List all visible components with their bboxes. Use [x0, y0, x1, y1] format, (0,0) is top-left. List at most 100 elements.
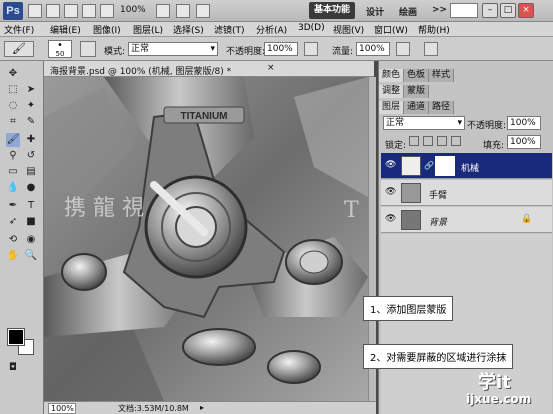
menu-edit[interactable]: 编辑(E) — [50, 23, 81, 36]
clone-stamp-icon[interactable]: ⚲ — [6, 149, 20, 163]
eye-icon[interactable]: 👁 — [385, 187, 396, 197]
layer-opacity-field[interactable]: 100% — [507, 116, 541, 130]
layer-row-background[interactable]: 👁 背景 🔒 — [381, 207, 552, 233]
tab-layers[interactable]: 图层 — [379, 101, 405, 114]
brush-tool-preset-icon[interactable]: 🖌 — [4, 41, 34, 57]
lock-position-icon[interactable] — [437, 136, 447, 146]
layer-row-machine[interactable]: 👁 🔗 机械 — [381, 153, 552, 179]
mode-select[interactable]: 正常 ▾ — [128, 42, 218, 56]
document-canvas[interactable]: TITANIUM 携 龍 視 T — [44, 77, 368, 401]
blur-tool-icon[interactable]: 💧 — [6, 181, 20, 195]
color-panel-tabs: 颜色 色板 样式 — [379, 69, 455, 82]
status-bar: 100% 文档:3.53M/10.8M ▸ — [44, 401, 376, 414]
link-icon[interactable]: 🔗 — [424, 161, 434, 170]
tablet-pressure-opacity-icon[interactable] — [304, 42, 318, 56]
menu-filter[interactable]: 滤镜(T) — [214, 23, 245, 36]
chevron-down-icon: ▾ — [457, 118, 462, 128]
tab-adjustments[interactable]: 调整 — [379, 85, 405, 98]
zoom-level[interactable]: 100% — [120, 5, 146, 15]
workspace-design-link[interactable]: 设计 — [366, 5, 384, 18]
eyedropper-icon[interactable]: ✎ — [24, 115, 38, 129]
tab-channels[interactable]: 通道 — [404, 101, 430, 114]
brush-panel-icon[interactable] — [80, 41, 96, 57]
menu-image[interactable]: 图像(I) — [93, 23, 121, 36]
document-tab[interactable]: 海报背景.psd @ 100% (机械, 图层蒙版/8) * × — [44, 61, 374, 77]
lock-transparent-icon[interactable] — [409, 136, 419, 146]
brush-tool-icon[interactable]: 🖌 — [6, 133, 20, 147]
layer-row-arm[interactable]: 👁 手臂 — [381, 180, 552, 206]
menu-window[interactable]: 窗口(W) — [374, 23, 408, 36]
menu-layer[interactable]: 图层(L) — [133, 23, 163, 36]
quick-mask-icon[interactable]: ◘ — [6, 361, 20, 375]
layer-name[interactable]: 背景 — [429, 215, 447, 228]
lasso-tool-icon[interactable]: ◌ — [6, 99, 20, 113]
gradient-icon[interactable]: ▤ — [24, 165, 38, 179]
airbrush-icon[interactable] — [396, 42, 410, 56]
blend-mode-select[interactable]: 正常 ▾ — [383, 116, 465, 130]
shape-tool-icon[interactable]: ■ — [24, 215, 38, 229]
status-zoom-field[interactable]: 100% — [48, 403, 76, 414]
watermark-right: T — [344, 198, 359, 223]
crop-tool-icon[interactable]: ⌗ — [6, 115, 20, 129]
menu-select[interactable]: 选择(S) — [173, 23, 204, 36]
menu-3d[interactable]: 3D(D) — [298, 23, 325, 33]
path-selection-icon[interactable]: ➶ — [6, 215, 20, 229]
tab-masks[interactable]: 蒙版 — [404, 85, 430, 98]
tab-styles[interactable]: 样式 — [429, 69, 455, 82]
workspace-painting-link[interactable]: 绘画 — [399, 5, 417, 18]
menu-analysis[interactable]: 分析(A) — [256, 23, 287, 36]
hand-icon[interactable] — [82, 4, 96, 18]
arrange-documents-icon[interactable] — [156, 4, 170, 18]
eraser-icon[interactable]: ▭ — [6, 165, 20, 179]
eye-icon[interactable]: 👁 — [385, 160, 396, 170]
menu-help[interactable]: 帮助(H) — [418, 23, 450, 36]
workspace-essentials-button[interactable]: 基本功能 — [309, 2, 355, 19]
opacity-field[interactable]: 100% — [264, 42, 298, 56]
lock-all-icon[interactable] — [451, 136, 461, 146]
screen-mode-icon[interactable] — [176, 4, 190, 18]
mini-bridge-icon[interactable] — [46, 4, 60, 18]
magic-wand-icon[interactable]: ✦ — [24, 99, 38, 113]
tab-color[interactable]: 颜色 — [379, 69, 405, 82]
layer-name[interactable]: 手臂 — [429, 188, 447, 201]
workspace-more-link[interactable]: >> — [432, 5, 447, 15]
rotate-view-icon[interactable] — [196, 4, 210, 18]
dodge-tool-icon[interactable]: ● — [24, 181, 38, 195]
healing-brush-icon[interactable]: ✚ — [24, 133, 38, 147]
cs-live-field[interactable] — [450, 3, 478, 18]
bridge-icon[interactable] — [28, 4, 42, 18]
tool-options-bar: 🖌 • 50 模式: 正常 ▾ 不透明度: 100% 流量: 100% — [0, 37, 553, 61]
layer-name[interactable]: 机械 — [461, 161, 479, 174]
menu-view[interactable]: 视图(V) — [333, 23, 364, 36]
tab-paths[interactable]: 路径 — [429, 101, 455, 114]
maximize-button[interactable]: □ — [500, 3, 516, 18]
zoom-tool-icon[interactable] — [100, 4, 114, 18]
3d-rotate-icon[interactable]: ⟲ — [6, 233, 20, 247]
history-brush-icon[interactable]: ↺ — [24, 149, 38, 163]
status-arrow-icon[interactable]: ▸ — [200, 403, 204, 412]
tab-swatches[interactable]: 色板 — [404, 69, 430, 82]
move-arrow-icon[interactable]: ➤ — [24, 83, 38, 97]
tablet-pressure-size-icon[interactable] — [424, 42, 438, 56]
foreground-color-swatch[interactable] — [7, 328, 25, 346]
zoom-tool-icon[interactable]: 🔍 — [24, 249, 38, 263]
layer-mask-thumbnail[interactable] — [435, 156, 455, 176]
layers-empty-area — [381, 234, 552, 414]
move-tool-icon[interactable]: ✥ — [6, 67, 20, 81]
view-extras-icon[interactable] — [64, 4, 78, 18]
brush-picker[interactable]: • 50 — [48, 40, 72, 58]
close-button[interactable]: × — [518, 3, 534, 18]
eye-icon[interactable]: 👁 — [385, 214, 396, 224]
type-tool-icon[interactable]: T — [24, 199, 38, 213]
3d-camera-icon[interactable]: ◉ — [24, 233, 38, 247]
mode-value: 正常 — [131, 44, 150, 54]
minimize-button[interactable]: – — [482, 3, 498, 18]
pen-tool-icon[interactable]: ✒ — [6, 199, 20, 213]
marquee-tool-icon[interactable]: ⬚ — [6, 83, 20, 97]
close-document-icon[interactable]: × — [267, 63, 275, 73]
flow-field[interactable]: 100% — [356, 42, 390, 56]
hand-tool-icon[interactable]: ✋ — [6, 249, 20, 263]
lock-image-icon[interactable] — [423, 136, 433, 146]
menu-file[interactable]: 文件(F) — [4, 23, 34, 36]
fill-field[interactable]: 100% — [507, 135, 541, 149]
